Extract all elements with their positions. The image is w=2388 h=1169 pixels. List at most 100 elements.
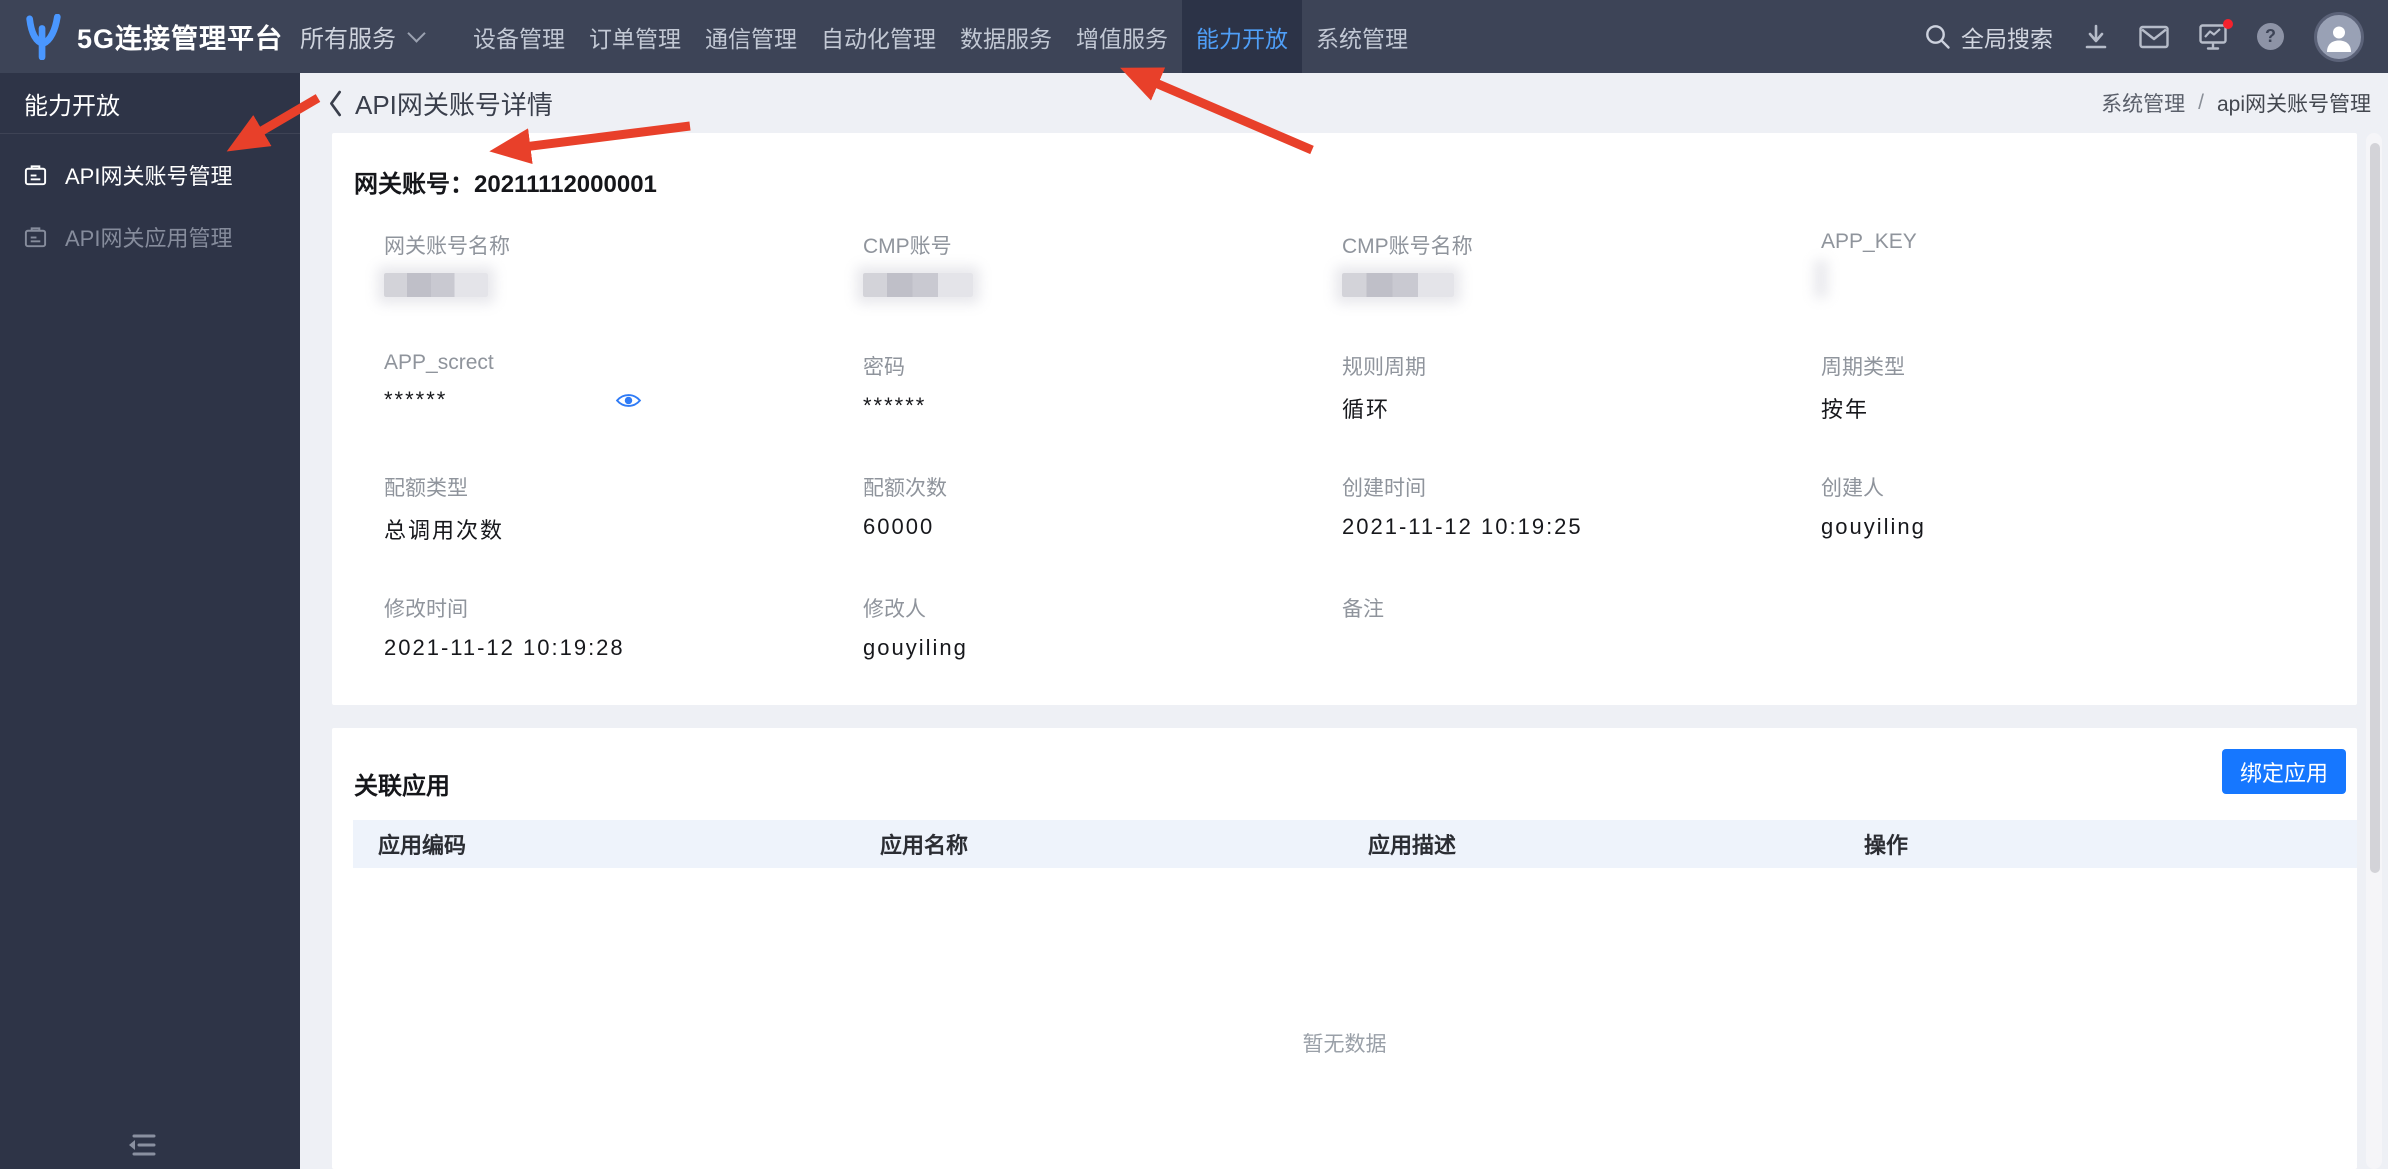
- nav-item-label: 系统管理: [1316, 25, 1408, 52]
- detail-field: 网关账号名称: [384, 230, 863, 351]
- field-value-text: 2021-11-12 10:19:25: [1342, 514, 1583, 539]
- scrollbar-thumb[interactable]: [2370, 143, 2380, 873]
- empty-state-text: 暂无数据: [1302, 1033, 1387, 1056]
- clipboard-icon: [23, 163, 48, 188]
- sidebar-item[interactable]: API网关账号管理: [0, 144, 300, 206]
- telecom-logo-icon: [22, 13, 64, 60]
- field-value: [1821, 265, 2300, 293]
- redacted-value-blur: [1342, 273, 1454, 297]
- nav-item-label: 增值服务: [1076, 25, 1168, 52]
- global-search[interactable]: 全局搜索: [1924, 20, 2053, 54]
- bind-app-button[interactable]: 绑定应用: [2222, 749, 2346, 794]
- field-value-text: ******: [384, 387, 448, 412]
- field-label: APP_KEY: [1821, 230, 1917, 253]
- sidebar-item[interactable]: API网关应用管理: [0, 206, 300, 268]
- field-value-text: 按年: [1821, 397, 1870, 422]
- related-apps-card: 关联应用 绑定应用 应用编码 应用名称 应用描述 操作 暂无数据: [332, 728, 2357, 1169]
- sidebar-section-title: 能力开放: [0, 73, 300, 134]
- breadcrumb: 系统管理 / api网关账号管理: [2101, 73, 2371, 133]
- download-button[interactable]: [2083, 24, 2109, 50]
- show-secret-eye-icon[interactable]: [615, 391, 642, 410]
- detail-field: CMP账号: [863, 230, 1342, 351]
- user-avatar[interactable]: [2314, 11, 2364, 62]
- field-value: [863, 271, 1342, 299]
- search-icon: [1924, 23, 1951, 50]
- table-header-cell: 应用名称: [880, 833, 969, 858]
- detail-fields-grid: 网关账号名称 CMP账号 CMP账号名称 APP_KEY APP_screct …: [384, 230, 2357, 714]
- app-root: 5G连接管理平台 所有服务 设备管理 订单管理 通信管理 自动化管理 数据服务 …: [0, 0, 2388, 1169]
- detail-field: 创建人 gouyiling: [1821, 472, 2300, 593]
- field-value-text: gouyiling: [1821, 514, 1926, 539]
- collapse-sidebar-button[interactable]: [126, 1132, 156, 1158]
- field-label: 修改时间: [384, 598, 468, 621]
- nav-item[interactable]: 通信管理: [695, 0, 807, 73]
- field-label: 网关账号名称: [384, 235, 510, 258]
- nav-item[interactable]: 订单管理: [579, 0, 691, 73]
- brand: 5G连接管理平台: [22, 0, 283, 73]
- field-label: 备注: [1342, 598, 1384, 621]
- detail-field: 修改人 gouyiling: [863, 593, 1342, 714]
- nav-item[interactable]: 数据服务: [950, 0, 1062, 73]
- field-value: 60000: [863, 513, 1342, 541]
- nav-item-label: 订单管理: [589, 25, 681, 52]
- chevron-down-icon: [407, 23, 426, 43]
- table-header-cell: 操作: [1864, 833, 1909, 858]
- detail-field: 配额次数 60000: [863, 472, 1342, 593]
- field-label: 创建人: [1821, 477, 1884, 500]
- breadcrumb-current[interactable]: api网关账号管理: [2217, 88, 2371, 118]
- nav-item[interactable]: 增值服务: [1066, 0, 1178, 73]
- detail-field: APP_KEY: [1821, 230, 2300, 351]
- detail-field: 备注: [1342, 593, 1821, 714]
- detail-field: APP_screct ******: [384, 351, 863, 472]
- field-label: 修改人: [863, 598, 926, 621]
- sidebar-item-label: API网关账号管理: [65, 164, 233, 189]
- breadcrumb-separator: /: [2198, 91, 2204, 114]
- nav-item[interactable]: 系统管理: [1306, 0, 1418, 73]
- monitor-notifications-button[interactable]: [2199, 18, 2233, 50]
- back-button[interactable]: [328, 73, 343, 133]
- field-value: gouyiling: [1821, 513, 2300, 541]
- field-value: [1342, 271, 1821, 299]
- all-services-menu[interactable]: 所有服务: [300, 0, 426, 73]
- page-title: API网关账号详情: [355, 89, 553, 120]
- detail-field: 配额类型 总调用次数: [384, 472, 863, 593]
- table-header-row: 应用编码 应用名称 应用描述 操作: [353, 820, 2357, 868]
- detail-field: 规则周期 循环: [1342, 351, 1821, 472]
- related-apps-title: 关联应用: [354, 773, 450, 800]
- field-value: gouyiling: [863, 634, 1342, 662]
- help-button[interactable]: ?: [2257, 23, 2284, 50]
- nav-item-label: 能力开放: [1196, 25, 1288, 52]
- mail-button[interactable]: [2139, 25, 2169, 49]
- gateway-account-number: 20211112000001: [474, 171, 657, 198]
- nav-item[interactable]: 能力开放: [1182, 0, 1302, 73]
- breadcrumb-parent[interactable]: 系统管理: [2101, 88, 2185, 118]
- field-value-text: 总调用次数: [384, 518, 505, 543]
- field-label: 创建时间: [1342, 477, 1426, 500]
- clipboard-icon: [23, 225, 48, 250]
- detail-field: CMP账号名称: [1342, 230, 1821, 351]
- field-value: 2021-11-12 10:19:25: [1342, 513, 1821, 541]
- global-search-label: 全局搜索: [1961, 25, 2053, 52]
- detail-field: 修改时间 2021-11-12 10:19:28: [384, 593, 863, 714]
- field-label: 密码: [863, 356, 905, 379]
- field-value: ******: [863, 392, 1342, 420]
- field-value-text: 60000: [863, 514, 935, 539]
- sidebar-menu: API网关账号管理 API网关应用管理: [0, 134, 300, 268]
- field-value: ******: [384, 386, 863, 414]
- nav-item[interactable]: 自动化管理: [811, 0, 946, 73]
- gateway-account-title: 网关账号：20211112000001: [332, 133, 2357, 199]
- top-nav: 设备管理 订单管理 通信管理 自动化管理 数据服务 增值服务 能力开放 系统管理: [461, 0, 1420, 73]
- main-content: API网关账号详情 系统管理 / api网关账号管理 网关账号：20211112…: [300, 73, 2388, 1169]
- field-label: 配额类型: [384, 477, 468, 500]
- brand-title: 5G连接管理平台: [77, 24, 284, 54]
- field-value: [384, 271, 863, 299]
- field-value: [1342, 634, 1821, 662]
- field-value-text: 循环: [1342, 397, 1391, 422]
- field-value-text: gouyiling: [863, 635, 968, 660]
- table-header-cell: 应用描述: [1368, 833, 1457, 858]
- nav-item[interactable]: 设备管理: [463, 0, 575, 73]
- related-apps-header: 关联应用 绑定应用: [332, 728, 2357, 820]
- nav-item-label: 设备管理: [473, 25, 565, 52]
- related-apps-table: 应用编码 应用名称 应用描述 操作: [353, 820, 2357, 868]
- detail-field: 创建时间 2021-11-12 10:19:25: [1342, 472, 1821, 593]
